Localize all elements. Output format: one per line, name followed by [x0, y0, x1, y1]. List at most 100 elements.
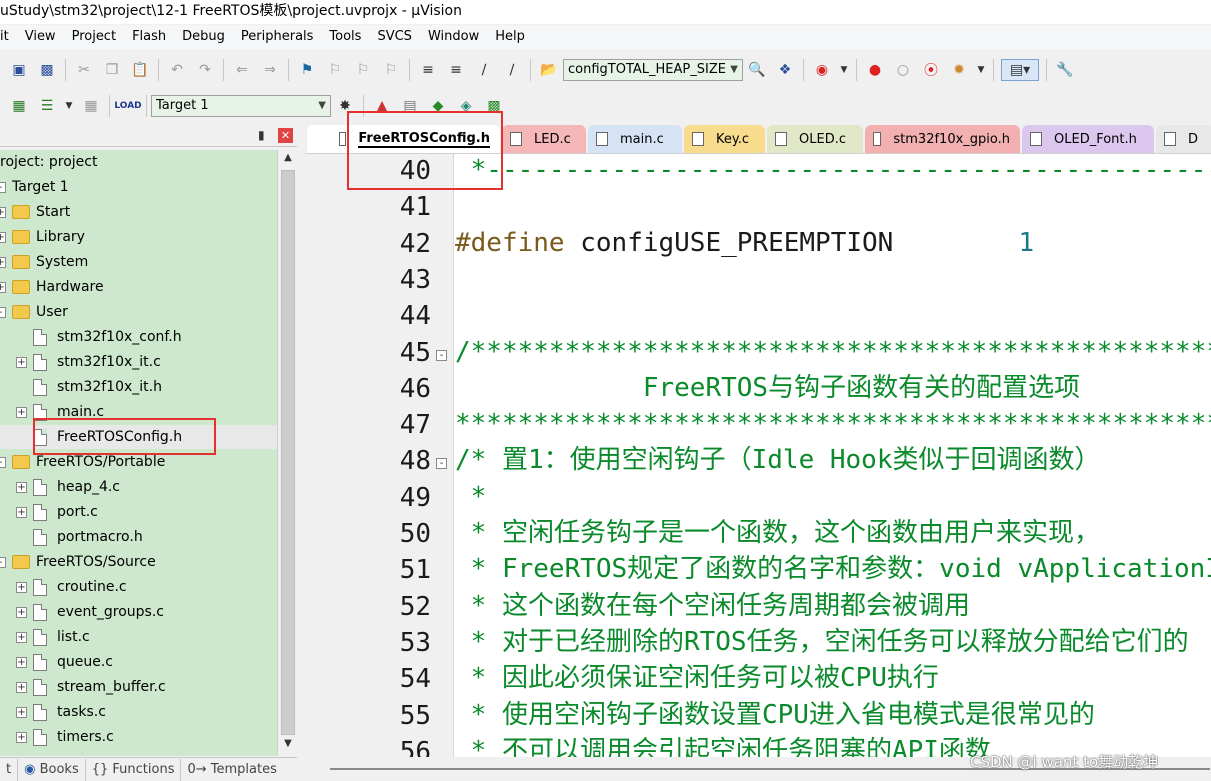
tree-file[interactable]: + stream_buffer.c	[0, 675, 277, 699]
expand-icon[interactable]: +	[0, 231, 6, 243]
tree-file[interactable]: + port.c	[0, 500, 277, 524]
copy-icon[interactable]: ❐	[101, 59, 123, 81]
expand-icon[interactable]: +	[0, 256, 6, 268]
tree-file[interactable]: stm32f10x_it.h	[0, 375, 277, 399]
chevron-down-icon[interactable]: ▼	[730, 64, 738, 75]
tree-folder[interactable]: - FreeRTOS/Portable	[0, 450, 277, 474]
expand-icon[interactable]: +	[16, 506, 27, 518]
menu-edit[interactable]: it	[0, 26, 17, 48]
prev-bookmark-icon[interactable]: ⚐	[324, 59, 346, 81]
chevron-down-icon[interactable]: ▼	[839, 59, 849, 81]
expand-icon[interactable]: +	[16, 681, 27, 693]
fold-toggle-icon[interactable]: -	[436, 349, 447, 361]
menu-help[interactable]: Help	[487, 26, 533, 48]
scroll-up-icon[interactable]: ▲	[280, 152, 296, 168]
tree-file[interactable]: stm32f10x_conf.h	[0, 325, 277, 349]
collapse-icon[interactable]: -	[0, 556, 6, 568]
chevron-down-icon[interactable]: ▼	[318, 100, 326, 111]
disable-breakpoint-icon[interactable]: ○	[892, 59, 914, 81]
scroll-thumb[interactable]	[281, 170, 295, 735]
incremental-find-icon[interactable]: ❖	[774, 59, 796, 81]
save-all-icon[interactable]: ▩	[36, 59, 58, 81]
bookmark-icon[interactable]: ⚑	[296, 59, 318, 81]
expand-icon[interactable]: +	[16, 706, 27, 718]
menu-debug[interactable]: Debug	[174, 26, 233, 48]
close-icon[interactable]: ✕	[278, 128, 293, 143]
manage-components-icon[interactable]: ▲	[371, 95, 393, 117]
clear-bookmarks-icon[interactable]: ⚐	[380, 59, 402, 81]
breakpoint-icon[interactable]: ●	[864, 59, 886, 81]
tree-file[interactable]: + heap_4.c	[0, 475, 277, 499]
tree-file[interactable]: + stm32f10x_it.c	[0, 350, 277, 374]
disable-all-breakpoints-icon[interactable]: ⦿	[920, 59, 942, 81]
expand-icon[interactable]: +	[16, 356, 27, 368]
undo-icon[interactable]: ↶	[166, 59, 188, 81]
target-options-icon[interactable]: ✸	[334, 95, 356, 117]
tab-books[interactable]: ◉ Books	[18, 758, 86, 781]
tree-file[interactable]: portmacro.h	[0, 525, 277, 549]
collapse-icon[interactable]: -	[0, 181, 6, 193]
tree-folder[interactable]: - FreeRTOS/Source	[0, 550, 277, 574]
menu-view[interactable]: View	[17, 26, 64, 48]
menu-project[interactable]: Project	[64, 26, 124, 48]
collapse-icon[interactable]: -	[0, 306, 6, 318]
scroll-down-icon[interactable]: ▼	[280, 738, 296, 754]
indent-icon[interactable]: ≡	[417, 59, 439, 81]
menu-svcs[interactable]: SVCS	[369, 26, 419, 48]
expand-icon[interactable]: +	[16, 406, 27, 418]
tab-functions[interactable]: {} Functions	[86, 758, 182, 781]
menu-tools[interactable]: Tools	[321, 26, 369, 48]
tree-file[interactable]: + timers.c	[0, 725, 277, 749]
nav-forward-icon[interactable]: ⇒	[259, 59, 281, 81]
tree-file[interactable]: FreeRTOSConfig.h	[0, 425, 277, 449]
editor-tab[interactable]: FreeRTOSConfig.h	[307, 125, 500, 153]
unindent-icon[interactable]: ≡	[445, 59, 467, 81]
tab-templates[interactable]: 0→ Templates	[181, 759, 282, 781]
tree-file[interactable]: + croutine.c	[0, 575, 277, 599]
expand-icon[interactable]: +	[0, 281, 6, 293]
expand-icon[interactable]: +	[16, 631, 27, 643]
expand-icon[interactable]: +	[16, 731, 27, 743]
fold-toggle-icon[interactable]: -	[436, 458, 447, 470]
editor-tab[interactable]: Key.c	[684, 125, 765, 153]
expand-icon[interactable]: +	[16, 656, 27, 668]
kill-breakpoints-icon[interactable]: ✹	[948, 59, 970, 81]
load-icon[interactable]: LOAD	[114, 95, 141, 117]
tree-file[interactable]: + list.c	[0, 625, 277, 649]
paste-icon[interactable]: 📋	[129, 59, 151, 81]
save-icon[interactable]: ▣	[8, 59, 30, 81]
expand-icon[interactable]: +	[16, 606, 27, 618]
next-bookmark-icon[interactable]: ⚐	[352, 59, 374, 81]
redo-icon[interactable]: ↷	[194, 59, 216, 81]
configure-icon[interactable]: 🔧	[1054, 59, 1076, 81]
editor-tab[interactable]: LED.c	[502, 125, 586, 153]
select-packs-icon[interactable]: ◆	[427, 95, 449, 117]
collapse-icon[interactable]: -	[0, 456, 6, 468]
find-in-files-icon[interactable]: 📂	[538, 59, 560, 81]
code-editor[interactable]: 40 *------------------------------------…	[305, 153, 1211, 757]
pack-installer-icon[interactable]: ◈	[455, 95, 477, 117]
menu-flash[interactable]: Flash	[124, 26, 174, 48]
menu-window[interactable]: Window	[420, 26, 487, 48]
project-scrollbar[interactable]: ▲ ▼	[277, 150, 297, 756]
find-icon[interactable]: 🔍	[746, 59, 768, 81]
chevron-down-icon[interactable]: ▼	[64, 95, 74, 117]
tree-folder[interactable]: + Library	[0, 225, 277, 249]
tree-folder[interactable]: + System	[0, 250, 277, 274]
comment-icon[interactable]: ∕	[473, 59, 495, 81]
tree-folder[interactable]: + Hardware	[0, 275, 277, 299]
editor-tab[interactable]: stm32f10x_gpio.h	[865, 125, 1020, 153]
editor-tab[interactable]: D	[1156, 125, 1211, 153]
chevron-down-icon[interactable]: ▼	[976, 59, 986, 81]
tree-node[interactable]: -Target 1	[0, 175, 277, 199]
cut-icon[interactable]: ✂	[73, 59, 95, 81]
batch-build-icon[interactable]: ▦	[80, 95, 102, 117]
editor-tab[interactable]: OLED.c	[767, 125, 863, 153]
uncomment-icon[interactable]: ∕	[501, 59, 523, 81]
pin-icon[interactable]: ▮	[258, 128, 265, 142]
menu-peripherals[interactable]: Peripherals	[233, 26, 322, 48]
debug-session-icon[interactable]: ◉	[811, 59, 833, 81]
expand-icon[interactable]: +	[0, 206, 6, 218]
manage-project-items-icon[interactable]: ▤	[399, 95, 421, 117]
window-layout-icon[interactable]: ▤▾	[1001, 58, 1039, 81]
